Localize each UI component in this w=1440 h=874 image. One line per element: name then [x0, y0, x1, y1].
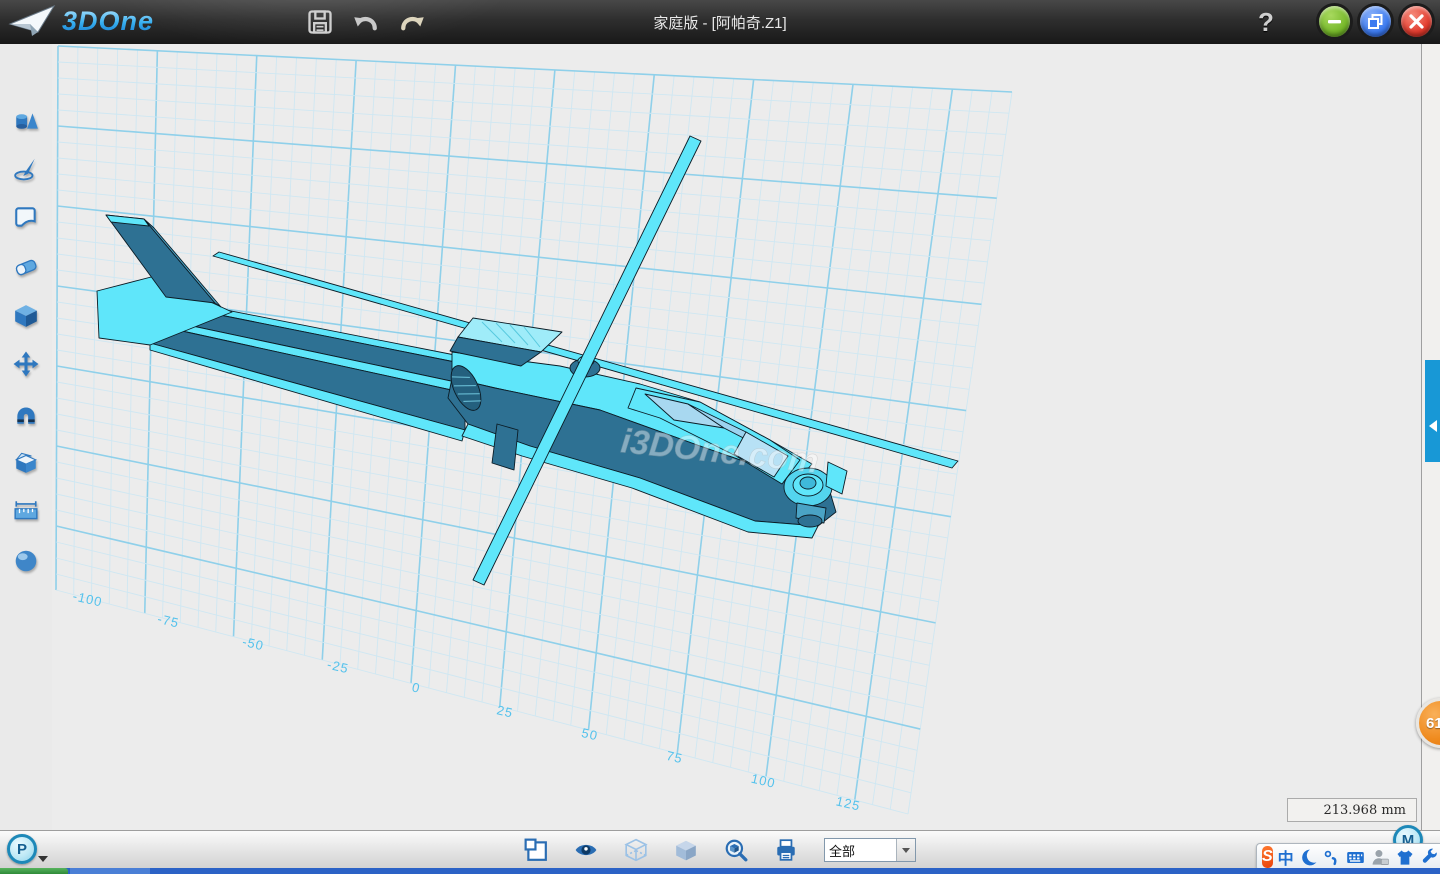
axis-label: -25 — [326, 657, 351, 677]
redo-icon — [397, 7, 427, 37]
wing-pylon — [492, 424, 518, 470]
close-button[interactable] — [1401, 6, 1432, 37]
window-title: 家庭版 - [阿帕奇.Z1] — [0, 0, 1440, 44]
axis-label: 25 — [495, 702, 514, 720]
axis-label: 75 — [665, 748, 684, 766]
combobox-dropdown-button[interactable] — [896, 839, 915, 861]
magnet-icon — [13, 401, 39, 427]
save-icon — [306, 8, 334, 36]
display-filter-value: 全部 — [825, 839, 896, 861]
plane-view-icon — [524, 838, 548, 862]
restore-button[interactable] — [1360, 6, 1391, 37]
move-arrows-icon — [13, 351, 39, 377]
panel-expand-arrow-icon — [1429, 420, 1437, 432]
help-button[interactable]: ? — [1248, 0, 1284, 44]
measurement-value: 213.968 mm — [1323, 803, 1406, 818]
print-button[interactable] — [774, 838, 798, 862]
model-viewport[interactable]: -100 -75 -50 -25 0 25 50 75 100 125 — [52, 44, 1440, 830]
ime-punctuation-toggle[interactable] — [1323, 846, 1340, 868]
sidebar-tool-measure[interactable] — [11, 496, 41, 526]
redo-button[interactable] — [395, 5, 429, 39]
ime-soft-keyboard[interactable] — [1345, 846, 1366, 868]
view-tools: 全部 — [0, 831, 1440, 869]
wrench-icon — [1420, 848, 1439, 867]
sidebar-tool-solid-feature[interactable] — [11, 301, 41, 331]
restore-icon — [1360, 6, 1391, 37]
sidebar-tool-material-sphere[interactable] — [11, 546, 41, 576]
wireframe-display-button[interactable] — [624, 838, 648, 862]
punctuation-icon — [1323, 848, 1340, 867]
sidebar-tool-magnet-snap[interactable] — [11, 399, 41, 429]
ime-toolbar: S 中 — [1256, 843, 1440, 871]
scene-canvas: -100 -75 -50 -25 0 25 50 75 100 125 — [52, 44, 1440, 830]
sidebar-tool-sketch[interactable] — [11, 154, 41, 184]
os-taskbar-edge — [0, 868, 1440, 874]
paper-plane-icon — [8, 2, 56, 40]
keyboard-icon — [1345, 848, 1366, 867]
minimize-button[interactable] — [1319, 6, 1350, 37]
ime-settings[interactable] — [1420, 846, 1439, 868]
sidebar-tool-primitive-solids[interactable] — [11, 106, 41, 136]
visibility-button[interactable] — [574, 838, 598, 862]
axis-label: 50 — [580, 725, 599, 743]
ime-halfwidth-toggle[interactable] — [1299, 846, 1318, 868]
view-toolbar: P — [0, 830, 1440, 869]
eraser-icon — [13, 254, 39, 280]
open-box-icon — [13, 449, 39, 475]
helicopter-model[interactable] — [97, 136, 958, 585]
primitive-solids-icon — [13, 108, 39, 134]
chevron-down-icon — [902, 848, 910, 853]
sidebar-tool-eraser[interactable] — [11, 252, 41, 282]
3done-window: 3DOne — [0, 0, 1440, 874]
ruler-icon — [13, 498, 39, 524]
app-logo-text: 3DOne — [62, 6, 154, 37]
tool-sidebar — [0, 44, 53, 830]
sidebar-tool-sketch-plane[interactable] — [11, 202, 41, 232]
sogou-logo-icon[interactable]: S — [1262, 846, 1273, 868]
shaded-cube-icon — [674, 837, 698, 863]
sketch-pencil-icon — [13, 156, 39, 182]
eye-icon — [574, 837, 598, 863]
shaded-display-button[interactable] — [674, 838, 698, 862]
nose-cylinder-cap — [798, 515, 822, 527]
measurement-readout: 213.968 mm — [1287, 798, 1417, 822]
taskbar-button-edge — [70, 868, 150, 874]
undo-button[interactable] — [349, 5, 383, 39]
collapsed-panel-tab[interactable] — [1425, 360, 1440, 462]
ime-language-toggle[interactable]: 中 — [1278, 846, 1294, 868]
app-logo: 3DOne — [8, 2, 154, 40]
zoom-button[interactable] — [724, 838, 748, 862]
axis-label: -75 — [156, 611, 181, 631]
sketch-plane-icon — [13, 204, 39, 230]
zoom-lens-icon — [724, 837, 748, 863]
axis-label: 0 — [411, 680, 422, 696]
axis-label: -50 — [241, 634, 266, 654]
sidebar-tool-move[interactable] — [11, 349, 41, 379]
user-icon — [1371, 848, 1390, 867]
shirt-icon — [1395, 848, 1415, 867]
display-filter-combobox[interactable]: 全部 — [824, 838, 916, 862]
titlebar: 3DOne — [0, 0, 1440, 45]
axis-label: 125 — [835, 794, 862, 814]
cube-icon — [13, 303, 39, 329]
titlebar-quick-tools — [303, 5, 429, 39]
window-controls — [1319, 6, 1432, 37]
ime-user-account[interactable] — [1371, 846, 1390, 868]
axis-label: 100 — [750, 771, 777, 791]
save-button[interactable] — [303, 5, 337, 39]
ime-skin[interactable] — [1395, 846, 1415, 868]
minimize-icon — [1319, 6, 1350, 37]
printer-icon — [774, 837, 798, 863]
axis-label: -100 — [71, 588, 104, 609]
undo-icon — [351, 7, 381, 37]
moon-icon — [1299, 848, 1318, 867]
sphere-icon — [13, 548, 39, 574]
taskbar-start-edge — [0, 868, 68, 874]
wireframe-cube-icon — [624, 837, 648, 863]
close-icon — [1401, 6, 1432, 37]
sidebar-tool-combine-box[interactable] — [11, 447, 41, 477]
plane-view-button[interactable] — [524, 838, 548, 862]
